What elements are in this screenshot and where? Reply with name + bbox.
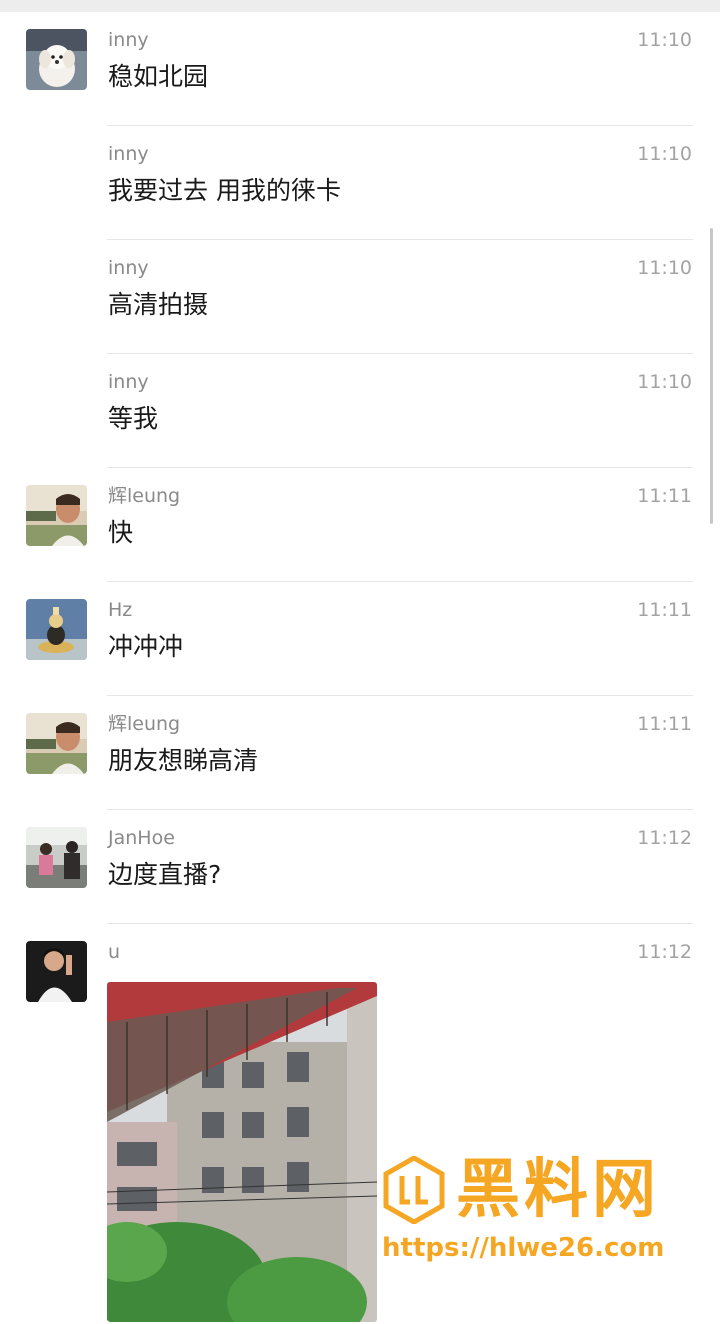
man-avatar[interactable] <box>26 713 87 774</box>
message-time: 11:12 <box>637 941 692 963</box>
scroll-indicator[interactable] <box>710 228 713 524</box>
sender-name: u <box>108 941 121 963</box>
message-item[interactable]: 辉leung 11:11 朋友想睇高清 <box>0 696 720 810</box>
message-item[interactable]: inny 11:10 稳如北园 <box>0 12 720 126</box>
person-avatar[interactable] <box>26 941 87 1002</box>
message-list[interactable]: inny 11:10 稳如北园 inny 11:10 我要过去 用我的徕卡 in… <box>0 12 720 1324</box>
message-time: 11:10 <box>637 143 692 165</box>
message-time: 11:11 <box>637 713 692 735</box>
message-text: 边度直播? <box>108 860 222 889</box>
message-text: 高清拍摄 <box>108 290 209 319</box>
message-time: 11:10 <box>637 257 692 279</box>
watermark: 黑料网 https://hlwe26.com <box>376 1150 706 1272</box>
sender-name: 辉leung <box>108 485 181 507</box>
sender-name: inny <box>108 257 149 279</box>
message-text: 等我 <box>108 404 159 433</box>
message-time: 11:11 <box>637 485 692 507</box>
message-time: 11:10 <box>637 29 692 51</box>
message-text: 朋友想睇高清 <box>108 746 259 775</box>
man-avatar[interactable] <box>26 485 87 546</box>
watermark-url: https://hlwe26.com <box>382 1233 665 1263</box>
figurine-avatar[interactable] <box>26 599 87 660</box>
sender-name: inny <box>108 29 149 51</box>
watermark-logo-icon <box>383 1156 445 1224</box>
building-photo[interactable] <box>107 982 377 1322</box>
message-text: 快 <box>108 518 134 547</box>
status-bar <box>0 0 720 12</box>
message-time: 11:10 <box>637 371 692 393</box>
watermark-title: 黑料网 <box>456 1153 660 1227</box>
sender-name: inny <box>108 371 149 393</box>
message-item[interactable]: Hz 11:11 冲冲冲 <box>0 582 720 696</box>
dog-avatar[interactable] <box>26 29 87 90</box>
message-item[interactable]: inny 11:10 高清拍摄 <box>0 240 720 354</box>
sender-name: 辉leung <box>108 713 181 735</box>
message-time: 11:12 <box>637 827 692 849</box>
sender-name: Hz <box>108 599 133 621</box>
message-time: 11:11 <box>637 599 692 621</box>
message-text: 冲冲冲 <box>108 632 184 661</box>
message-item[interactable]: inny 11:10 我要过去 用我的徕卡 <box>0 126 720 240</box>
people-avatar[interactable] <box>26 827 87 888</box>
message-text: 稳如北园 <box>108 62 209 91</box>
message-item[interactable]: 辉leung 11:11 快 <box>0 468 720 582</box>
sender-name: JanHoe <box>108 827 175 849</box>
message-item[interactable]: inny 11:10 等我 <box>0 354 720 468</box>
sender-name: inny <box>108 143 149 165</box>
message-item[interactable]: JanHoe 11:12 边度直播? <box>0 810 720 924</box>
message-text: 我要过去 用我的徕卡 <box>108 176 341 205</box>
